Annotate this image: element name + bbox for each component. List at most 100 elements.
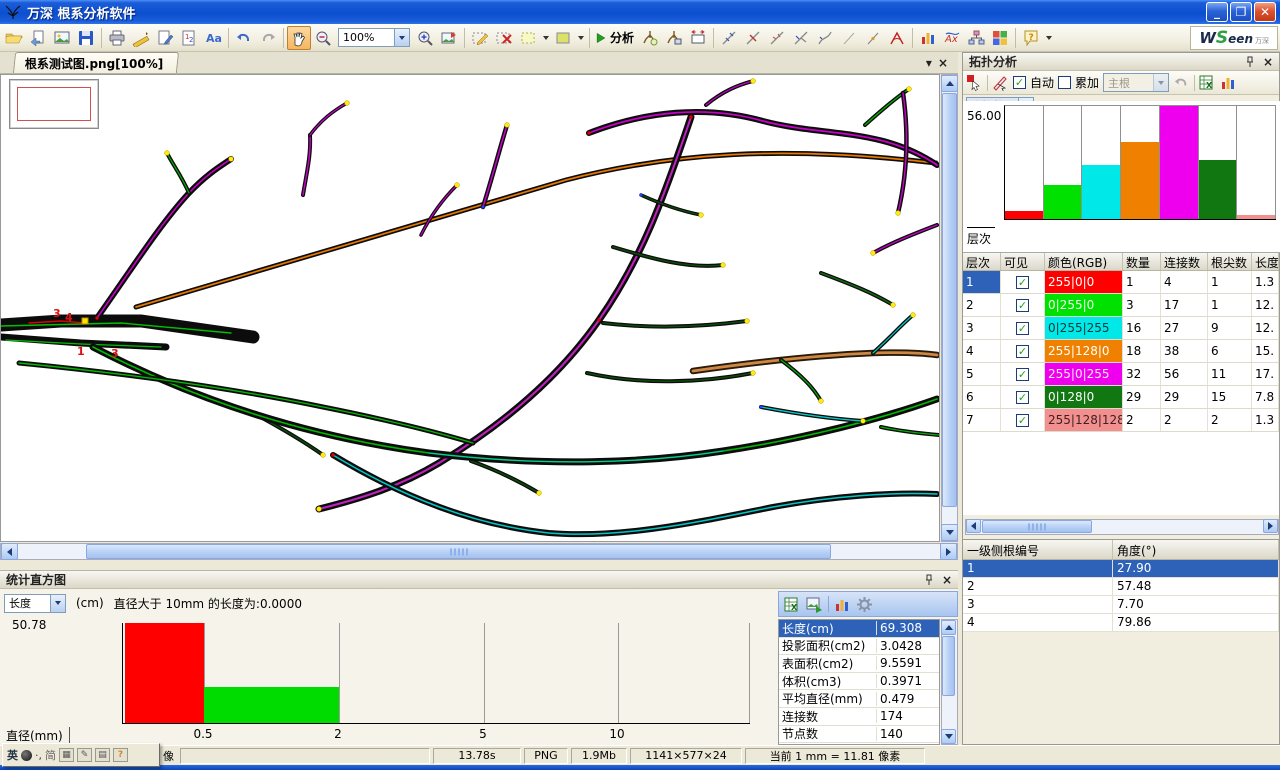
- table-row[interactable]: 5✓255|0|25532561117.: [963, 363, 1279, 386]
- stats-row[interactable]: 表面积(cm2)9.5591: [779, 655, 939, 673]
- vscroll-thumb[interactable]: [942, 93, 957, 507]
- navigator-thumbnail[interactable]: [9, 79, 99, 129]
- hscroll-thumb[interactable]: [86, 544, 831, 559]
- import-button[interactable]: [26, 26, 50, 50]
- open-button[interactable]: [2, 26, 26, 50]
- stats-row[interactable]: 平均直径(mm)0.479: [779, 690, 939, 708]
- column-header[interactable]: 根尖数: [1208, 253, 1252, 270]
- export-excel-icon[interactable]: X: [784, 596, 801, 613]
- restore-button[interactable]: ❐: [1230, 2, 1252, 22]
- ime-language-bar[interactable]: 英 ·, 简 ▦ ✎ ▤ ?: [2, 743, 160, 767]
- histogram-metric-arrow[interactable]: [50, 595, 65, 612]
- line-mark-button[interactable]: [861, 26, 885, 50]
- histogram-bar[interactable]: [125, 623, 204, 723]
- numbering-button[interactable]: 12: [177, 26, 201, 50]
- stats-row[interactable]: 投影面积(cm2)3.0428: [779, 638, 939, 656]
- ime-help-icon[interactable]: ?: [113, 748, 128, 762]
- auto-checkbox[interactable]: ✓: [1013, 76, 1026, 89]
- tab-root-test-image[interactable]: 根系测试图.png[100%]: [13, 52, 180, 73]
- minimize-button[interactable]: _: [1206, 2, 1228, 22]
- level-cell[interactable]: 3: [963, 317, 1001, 339]
- line-branch-button[interactable]: [789, 26, 813, 50]
- stats-scrollbar[interactable]: [941, 619, 958, 745]
- visible-checkbox[interactable]: ✓: [1016, 345, 1029, 358]
- ime-lang-indicator[interactable]: 英: [7, 747, 18, 763]
- canvas-vscrollbar[interactable]: [941, 74, 958, 542]
- accumulate-checkbox[interactable]: [1058, 76, 1071, 89]
- angle-row[interactable]: 479.86: [963, 614, 1279, 632]
- level-cell[interactable]: 4: [963, 340, 1001, 362]
- visible-checkbox[interactable]: ✓: [1016, 391, 1029, 404]
- level-cell[interactable]: 1: [963, 271, 1001, 293]
- topo-bar[interactable]: [1005, 211, 1043, 219]
- analyze-button[interactable]: 分析: [610, 29, 634, 46]
- print-button[interactable]: [105, 26, 129, 50]
- zoom-in-button[interactable]: [413, 26, 437, 50]
- angle-row[interactable]: 37.70: [963, 596, 1279, 614]
- measure-rect-button[interactable]: [686, 26, 710, 50]
- topology-hscrollbar[interactable]: [965, 519, 1279, 535]
- tile-windows-button[interactable]: [988, 26, 1012, 50]
- fill-region-button[interactable]: [551, 26, 575, 50]
- stats-scroll-thumb[interactable]: [942, 636, 955, 696]
- histogram-close-icon[interactable]: ×: [942, 573, 952, 587]
- redo-button[interactable]: [256, 26, 280, 50]
- angle-row[interactable]: 127.90: [963, 560, 1279, 578]
- column-header[interactable]: 一级侧根编号: [963, 540, 1113, 559]
- angle-row[interactable]: 257.48: [963, 578, 1279, 596]
- pick-node-icon[interactable]: [966, 74, 983, 91]
- scroll-down-arrow[interactable]: [941, 524, 958, 541]
- column-header[interactable]: 长度: [1252, 253, 1279, 270]
- export-image-icon[interactable]: [806, 596, 823, 613]
- table-row[interactable]: 7✓255|128|1282221.3: [963, 409, 1279, 432]
- help-button[interactable]: ?: [1019, 26, 1043, 50]
- histogram-metric-combo[interactable]: 长度: [4, 594, 66, 613]
- settings-gear-icon[interactable]: [856, 596, 873, 613]
- zoom-combo[interactable]: 100%: [338, 28, 410, 47]
- zoom-out-button[interactable]: [311, 26, 335, 50]
- table-row[interactable]: 4✓255|128|01838615.: [963, 340, 1279, 363]
- select-region-dropdown[interactable]: [540, 26, 551, 50]
- topology-close-icon[interactable]: ×: [1263, 55, 1273, 69]
- root-type-combo[interactable]: 主根: [1103, 73, 1169, 92]
- close-button[interactable]: ✕: [1254, 2, 1276, 22]
- root-extract-button[interactable]: [638, 26, 662, 50]
- root-prune-button[interactable]: [662, 26, 686, 50]
- edit-page-button[interactable]: [153, 26, 177, 50]
- select-region-button[interactable]: [516, 26, 540, 50]
- level-cell[interactable]: 5: [963, 363, 1001, 385]
- line-thin-button[interactable]: [837, 26, 861, 50]
- visible-checkbox[interactable]: ✓: [1016, 368, 1029, 381]
- topo-scroll-thumb[interactable]: [982, 520, 1092, 533]
- ruler-button[interactable]: [129, 26, 153, 50]
- undo-button[interactable]: [232, 26, 256, 50]
- topo-bar[interactable]: [1160, 106, 1198, 219]
- ime-punct-icon[interactable]: ·,: [35, 749, 42, 762]
- angle-measure-button[interactable]: [885, 26, 909, 50]
- column-header[interactable]: 连接数: [1161, 253, 1208, 270]
- level-cell[interactable]: 2: [963, 294, 1001, 316]
- line-join-button[interactable]: [765, 26, 789, 50]
- scroll-left-arrow[interactable]: [1, 543, 18, 560]
- root-type-arrow[interactable]: [1153, 74, 1168, 91]
- stats-scroll-up[interactable]: [941, 620, 956, 635]
- topo-scroll-right[interactable]: [1263, 519, 1278, 533]
- line-cut-button[interactable]: [741, 26, 765, 50]
- stats-chart-icon[interactable]: [834, 596, 851, 613]
- pan-hand-button[interactable]: [287, 26, 311, 50]
- canvas-hscrollbar[interactable]: [0, 543, 958, 560]
- fill-region-dropdown[interactable]: [575, 26, 586, 50]
- scroll-right-arrow[interactable]: [940, 543, 957, 560]
- ime-pad-icon[interactable]: ▤: [95, 748, 110, 762]
- line-add-node-button[interactable]: [717, 26, 741, 50]
- help-dropdown[interactable]: [1043, 26, 1054, 50]
- level-cell[interactable]: 6: [963, 386, 1001, 408]
- tab-close-button[interactable]: ×: [938, 57, 948, 69]
- zoom-combo-arrow[interactable]: [394, 29, 409, 46]
- region-delete-button[interactable]: [492, 26, 516, 50]
- stats-scroll-down[interactable]: [941, 729, 956, 744]
- ime-simplified-indicator[interactable]: 简: [45, 747, 56, 763]
- table-row[interactable]: 6✓0|128|02929157.8: [963, 386, 1279, 409]
- column-header[interactable]: 颜色(RGB): [1045, 253, 1123, 270]
- bar-chart-button[interactable]: [916, 26, 940, 50]
